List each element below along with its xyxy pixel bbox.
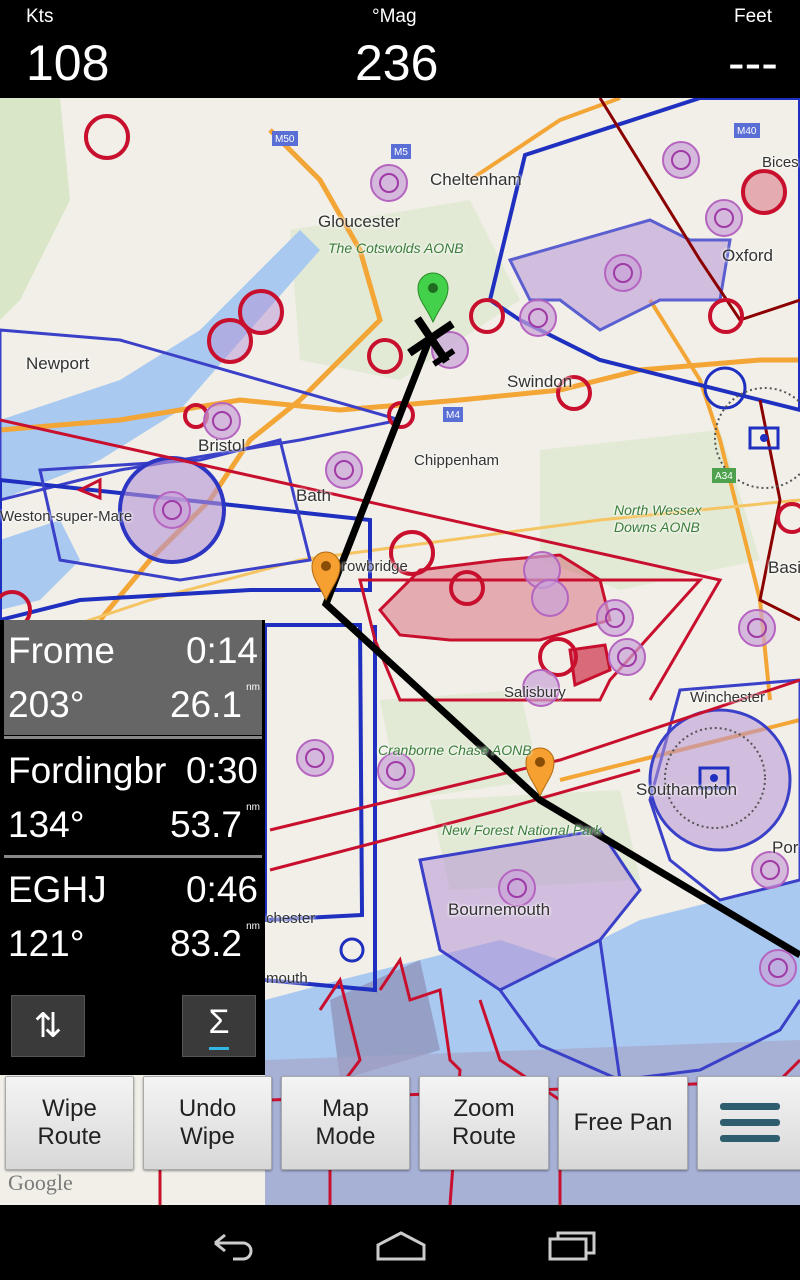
svg-text:A34: A34 <box>715 471 733 482</box>
zoom-route-button[interactable]: Zoom Route <box>419 1076 549 1170</box>
speed-value: 108 <box>26 35 110 91</box>
altitude-value: --- <box>728 35 778 91</box>
waypoint-row[interactable]: EGHJ 0:46 121° 83.2 nm <box>4 859 262 974</box>
map-label-portsmouth: Por <box>772 838 799 857</box>
map-label-bicester: Bices <box>762 154 799 171</box>
map-label-oxford: Oxford <box>722 246 774 265</box>
distance-unit: nm <box>246 802 260 813</box>
svg-text:M40: M40 <box>737 126 757 137</box>
back-icon[interactable] <box>205 1223 255 1263</box>
swap-order-button[interactable]: ⇅ <box>11 995 85 1057</box>
recent-apps-icon[interactable] <box>546 1223 598 1263</box>
sigma-icon: Σ <box>208 1002 230 1041</box>
undo-wipe-button[interactable]: Undo Wipe <box>143 1076 272 1170</box>
waypoint-name: Frome <box>8 630 115 671</box>
map-label-cotswolds: The Cotswolds AONB <box>328 240 464 256</box>
waypoint-time: 0:14 <box>185 630 258 672</box>
waypoint-time: 0:46 <box>185 869 258 911</box>
map-label-bournemouth: Bournemouth <box>448 900 551 919</box>
hamburger-menu-icon <box>719 1103 780 1142</box>
map-label-basingstoke: Basi <box>768 558 800 577</box>
free-pan-button[interactable]: Free Pan <box>558 1076 688 1170</box>
waypoint-bearing: 134° <box>8 804 85 845</box>
home-icon[interactable] <box>374 1223 428 1263</box>
altitude-label: Feet <box>734 6 773 27</box>
map-label-cranborne: Cranborne Chase AONB <box>378 742 532 758</box>
map-label-winchester: Winchester <box>690 689 766 706</box>
waypoint-divider <box>4 855 262 858</box>
distance-unit: nm <box>246 682 260 693</box>
instrument-bar: Kts 108 °Mag 236 Feet --- <box>0 0 800 98</box>
system-nav-bar <box>0 1205 800 1280</box>
waypoint-name: Fordingbr <box>8 750 167 791</box>
waypoint-time: 0:30 <box>185 750 258 792</box>
map-label-bristol: Bristol <box>198 436 246 455</box>
sum-underline <box>209 1047 229 1050</box>
swap-icon: ⇅ <box>33 1007 63 1045</box>
menu-button[interactable] <box>697 1076 800 1170</box>
google-attribution: Google <box>8 1170 73 1195</box>
map-label-salisbury: Salisbury <box>504 684 566 701</box>
map-label-new-forest: New Forest National Park <box>442 822 602 838</box>
distance-unit: nm <box>246 921 260 932</box>
speed-label: Kts <box>26 6 54 27</box>
map-label-swindon: Swindon <box>507 372 573 391</box>
waypoint-name: EGHJ <box>8 869 107 910</box>
waypoint-row[interactable]: Fordingbr 0:30 134° 53.7 nm <box>4 740 262 855</box>
waypoint-divider <box>4 736 262 739</box>
map-label-weymouth: mouth <box>266 970 308 987</box>
map-label-chippenham: Chippenham <box>414 452 500 469</box>
map-label-trowbridge: rowbridge <box>342 558 408 575</box>
map-label-north-wessex: North Wessex Downs AONB <box>614 502 702 535</box>
heading-label: °Mag <box>372 6 417 27</box>
waypoint-distance: 26.1 <box>169 684 242 725</box>
waypoint-bearing: 121° <box>8 923 85 964</box>
sum-totals-button[interactable]: Σ <box>182 995 256 1057</box>
toolbar: Wipe Route Undo Wipe Map Mode Zoom Route… <box>0 1076 800 1172</box>
map-label-weston: Weston-super-Mare <box>0 508 133 525</box>
svg-text:M5: M5 <box>394 147 408 158</box>
svg-text:M4: M4 <box>446 410 460 421</box>
heading-value: 236 <box>355 35 439 91</box>
map-label-southampton: Southampton <box>636 780 738 799</box>
map-label-dorchester: chester <box>266 910 316 927</box>
map-label-gloucester: Gloucester <box>318 212 401 231</box>
map-label-newport: Newport <box>26 354 90 373</box>
svg-text:M50: M50 <box>275 134 295 145</box>
map-label-cheltenham: Cheltenham <box>430 170 522 189</box>
map-label-bath: Bath <box>296 486 331 505</box>
waypoint-distance: 83.2 <box>169 923 242 964</box>
wipe-route-button[interactable]: Wipe Route <box>5 1076 134 1170</box>
map-mode-button[interactable]: Map Mode <box>281 1076 410 1170</box>
waypoint-row-active[interactable]: Frome 0:14 203° 26.1 nm <box>4 620 262 735</box>
waypoint-bearing: 203° <box>8 684 85 725</box>
waypoint-distance: 53.7 <box>169 804 242 845</box>
